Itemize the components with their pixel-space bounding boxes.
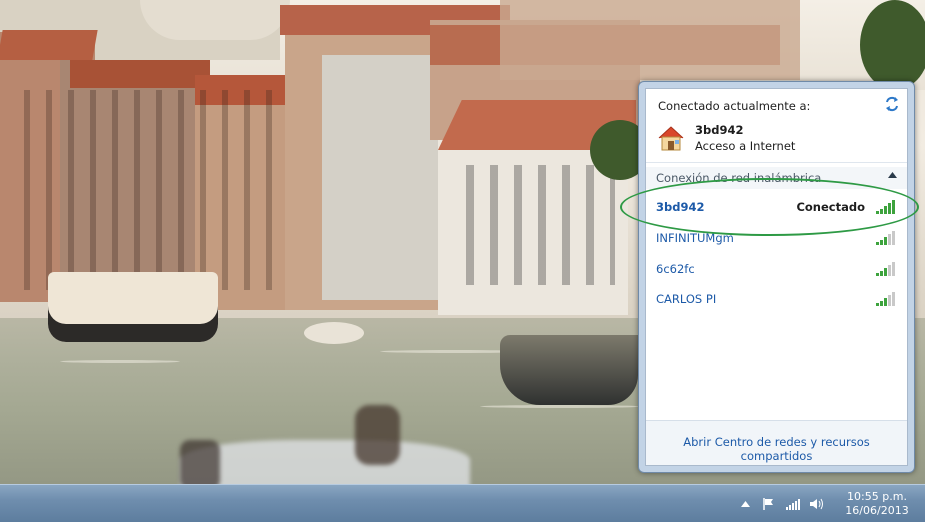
network-signal-icon[interactable] [784, 495, 802, 513]
system-tray: 10:55 p.m. 16/06/2013 [733, 485, 925, 522]
network-name: 6c62fc [656, 262, 695, 276]
wallpaper-vaporetto [48, 272, 218, 342]
chevron-up-icon[interactable] [888, 170, 897, 181]
signal-strength-icon [875, 291, 897, 307]
wallpaper-person [355, 405, 400, 465]
wallpaper-dome [140, 0, 290, 40]
current-network-name: 3bd942 [695, 123, 744, 137]
wallpaper-speedboat [304, 322, 364, 344]
home-network-icon [656, 123, 686, 153]
wallpaper-tree [860, 0, 925, 90]
current-connection: 3bd942 Acceso a Internet [656, 121, 906, 159]
highlight-ellipse [620, 178, 919, 236]
action-center-flag-icon[interactable] [760, 495, 778, 513]
wallpaper-roof [0, 30, 98, 60]
network-item-carlos-pi[interactable]: CARLOS PI [646, 285, 907, 313]
wallpaper-foreground-boat [180, 440, 470, 484]
network-item-6c62fc[interactable]: 6c62fc [646, 255, 907, 283]
wallpaper-house [500, 0, 800, 80]
show-hidden-icons-icon[interactable] [736, 495, 754, 513]
network-flyout-panel: Conectado actualmente a: 3bd942 Acceso a… [645, 88, 908, 466]
currently-connected-header: Conectado actualmente a: [658, 99, 811, 113]
taskbar: 10:55 p.m. 16/06/2013 [0, 484, 925, 522]
clock-time: 10:55 p.m. [847, 489, 907, 503]
wallpaper-ripple [60, 360, 180, 363]
signal-strength-icon [875, 230, 897, 246]
flyout-footer: Abrir Centro de redes y recursos compart… [646, 421, 907, 465]
wallpaper-person [180, 440, 220, 484]
current-network-status: Acceso a Internet [695, 139, 796, 153]
wallpaper-ripple [480, 405, 640, 408]
signal-strength-icon [875, 261, 897, 277]
wallpaper-windows [8, 90, 288, 290]
wallpaper-windows [450, 165, 615, 285]
clock-date: 16/06/2013 [845, 503, 909, 517]
network-name: CARLOS PI [656, 292, 717, 306]
open-network-center-link[interactable]: Abrir Centro de redes y recursos compart… [646, 435, 907, 463]
volume-icon[interactable] [808, 495, 826, 513]
divider [646, 162, 907, 163]
wallpaper-boat [500, 335, 638, 405]
taskbar-clock[interactable]: 10:55 p.m. 16/06/2013 [829, 490, 925, 518]
refresh-icon[interactable] [883, 95, 901, 113]
network-flyout: Conectado actualmente a: 3bd942 Acceso a… [638, 81, 915, 473]
wallpaper-roof [70, 60, 210, 88]
